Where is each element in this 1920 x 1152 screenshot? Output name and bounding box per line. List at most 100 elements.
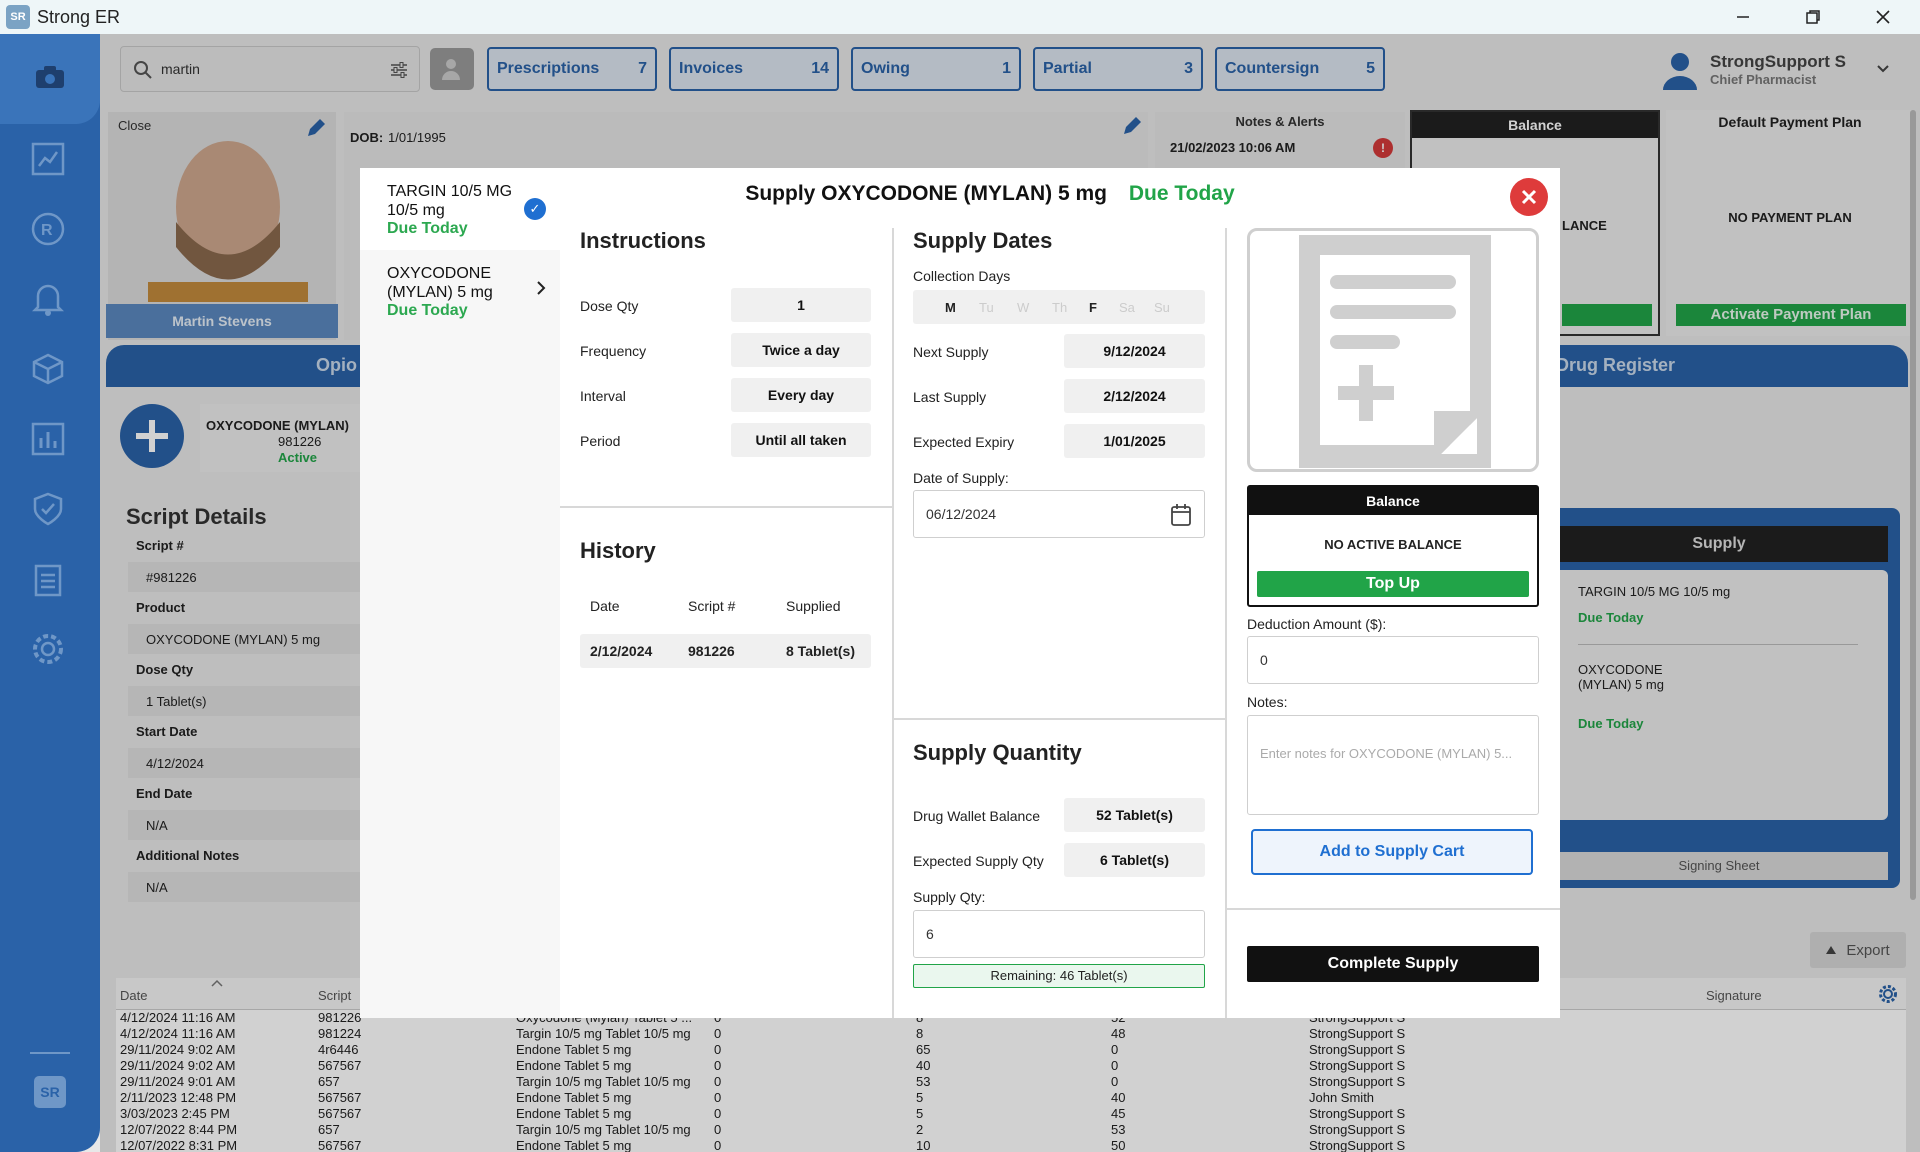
deduction-input[interactable]: 0	[1247, 636, 1539, 684]
column-divider-2	[1225, 228, 1227, 1018]
app-logo: SR	[6, 5, 30, 29]
modal-close-button[interactable]	[1510, 178, 1548, 216]
supply-qty-value: 6	[926, 926, 934, 942]
nav-camera[interactable]	[0, 34, 100, 124]
supply-modal: TARGIN 10/5 MG 10/5 mg Due Today ✓ OXYCO…	[360, 168, 1560, 1018]
interval-label: Interval	[580, 388, 626, 404]
med-item-oxycodone[interactable]: OXYCODONE (MYLAN) 5 mg Due Today	[360, 250, 560, 330]
expected-qty-value: 6 Tablet(s)	[1064, 843, 1205, 877]
day-sat[interactable]: Sa	[1119, 300, 1135, 315]
dose-qty-label: Dose Qty	[580, 298, 639, 314]
balance-card-text: NO ACTIVE BALANCE	[1324, 537, 1462, 552]
dose-qty-value: 1	[731, 288, 871, 322]
supply-qty-label: Supply Qty:	[913, 889, 986, 905]
deduction-label: Deduction Amount ($):	[1247, 616, 1387, 632]
nav-prescriptions[interactable]: R	[25, 206, 71, 252]
notes-textarea[interactable]: Enter notes for OXYCODONE (MYLAN) 5...	[1247, 715, 1539, 815]
interval-value: Every day	[731, 378, 871, 412]
restore-icon	[1806, 10, 1820, 24]
gear-icon	[33, 634, 63, 664]
medication-list: TARGIN 10/5 MG 10/5 mg Due Today ✓ OXYCO…	[360, 168, 560, 1018]
nav-analytics[interactable]	[25, 416, 71, 462]
history-row: 2/12/2024 981226 8 Tablet(s)	[580, 634, 871, 668]
right-divider	[1226, 908, 1560, 910]
dates-divider	[894, 718, 1226, 720]
restore-button[interactable]	[1778, 0, 1848, 34]
med-item-targin-status: Due Today	[387, 220, 468, 237]
shield-check-icon	[33, 492, 63, 526]
calendar-icon[interactable]	[1170, 503, 1192, 527]
period-label: Period	[580, 433, 621, 449]
rx-icon: R	[31, 212, 65, 246]
svg-text:R: R	[41, 222, 53, 239]
collection-days: M Tu W Th F Sa Su	[913, 290, 1205, 324]
last-supply-label: Last Supply	[913, 389, 987, 405]
nav-compliance[interactable]	[25, 486, 71, 532]
column-divider-1	[892, 228, 894, 1018]
notes-placeholder: Enter notes for OXYCODONE (MYLAN) 5...	[1260, 746, 1513, 761]
collection-days-label: Collection Days	[913, 268, 1011, 284]
modal-due-status: Due Today	[1128, 182, 1235, 205]
date-of-supply-label: Date of Supply:	[913, 470, 1009, 486]
day-sun[interactable]: Su	[1154, 300, 1170, 315]
notes-label: Notes:	[1247, 694, 1288, 710]
title-bar: SR Strong ER	[0, 0, 1920, 34]
close-icon	[1876, 10, 1890, 24]
day-tue[interactable]: Tu	[979, 300, 994, 315]
nav-list[interactable]	[25, 556, 71, 602]
nav-inventory[interactable]	[25, 346, 71, 392]
expected-qty-label: Expected Supply Qty	[913, 853, 1044, 869]
close-window-button[interactable]	[1848, 0, 1918, 34]
modal-title: Supply OXYCODONE (MYLAN) 5 mg	[745, 182, 1108, 205]
complete-supply-button[interactable]: Complete Supply	[1247, 946, 1539, 982]
brand-logo-icon: SR	[34, 1076, 66, 1108]
balance-card: Balance NO ACTIVE BALANCE Top Up	[1247, 485, 1539, 607]
med-item-oxycodone-name: OXYCODONE (MYLAN) 5 mg	[387, 265, 493, 301]
chevron-right-icon	[537, 281, 546, 295]
balance-card-title: Balance	[1249, 487, 1537, 515]
med-item-targin[interactable]: TARGIN 10/5 MG 10/5 mg Due Today ✓	[360, 168, 560, 250]
history-title: History	[580, 538, 656, 563]
history-header-date: Date	[590, 598, 620, 614]
nav-divider	[30, 1052, 70, 1054]
bar-chart-icon	[31, 422, 65, 456]
supply-qty-input[interactable]: 6	[913, 910, 1205, 958]
period-value: Until all taken	[731, 423, 871, 457]
add-to-cart-button[interactable]: Add to Supply Cart	[1251, 829, 1533, 875]
history-row-date: 2/12/2024	[590, 643, 653, 659]
bell-icon	[32, 284, 64, 316]
med-item-targin-name: TARGIN 10/5 MG 10/5 mg	[387, 183, 513, 219]
next-supply-label: Next Supply	[913, 344, 989, 360]
chart-icon	[31, 142, 65, 176]
nav-settings[interactable]	[25, 626, 71, 672]
deduction-value: 0	[1260, 652, 1268, 668]
check-icon: ✓	[524, 198, 546, 220]
history-row-script: 981226	[688, 643, 735, 659]
nav-reports[interactable]	[25, 136, 71, 182]
remaining-indicator: Remaining: 46 Tablet(s)	[913, 964, 1205, 988]
nav-notifications[interactable]	[25, 276, 71, 322]
history-row-supplied: 8 Tablet(s)	[786, 643, 855, 659]
supply-qty-title: Supply Quantity	[913, 740, 1082, 765]
day-fri[interactable]: F	[1089, 300, 1097, 315]
modal-header: Supply OXYCODONE (MYLAN) 5 mg Due Today	[560, 182, 1420, 206]
wallet-balance-label: Drug Wallet Balance	[913, 808, 1041, 824]
instructions-title: Instructions	[580, 228, 706, 253]
frequency-label: Frequency	[580, 343, 647, 359]
clipboard-icon	[34, 564, 62, 597]
expected-expiry-label: Expected Expiry	[913, 434, 1015, 450]
minimize-icon	[1737, 16, 1749, 18]
instructions-divider	[560, 506, 893, 508]
box-icon	[32, 353, 64, 385]
minimize-button[interactable]	[1708, 0, 1778, 34]
top-up-button[interactable]: Top Up	[1257, 571, 1529, 597]
app-title: Strong ER	[37, 6, 121, 27]
date-of-supply-value: 06/12/2024	[926, 506, 997, 522]
day-thu[interactable]: Th	[1052, 300, 1067, 315]
date-of-supply-input[interactable]: 06/12/2024	[913, 490, 1205, 538]
document-plus-icon	[1299, 235, 1491, 468]
day-mon[interactable]: M	[945, 300, 956, 315]
med-item-oxycodone-status: Due Today	[387, 302, 468, 319]
day-wed[interactable]: W	[1017, 300, 1029, 315]
wallet-balance-value: 52 Tablet(s)	[1064, 798, 1205, 832]
